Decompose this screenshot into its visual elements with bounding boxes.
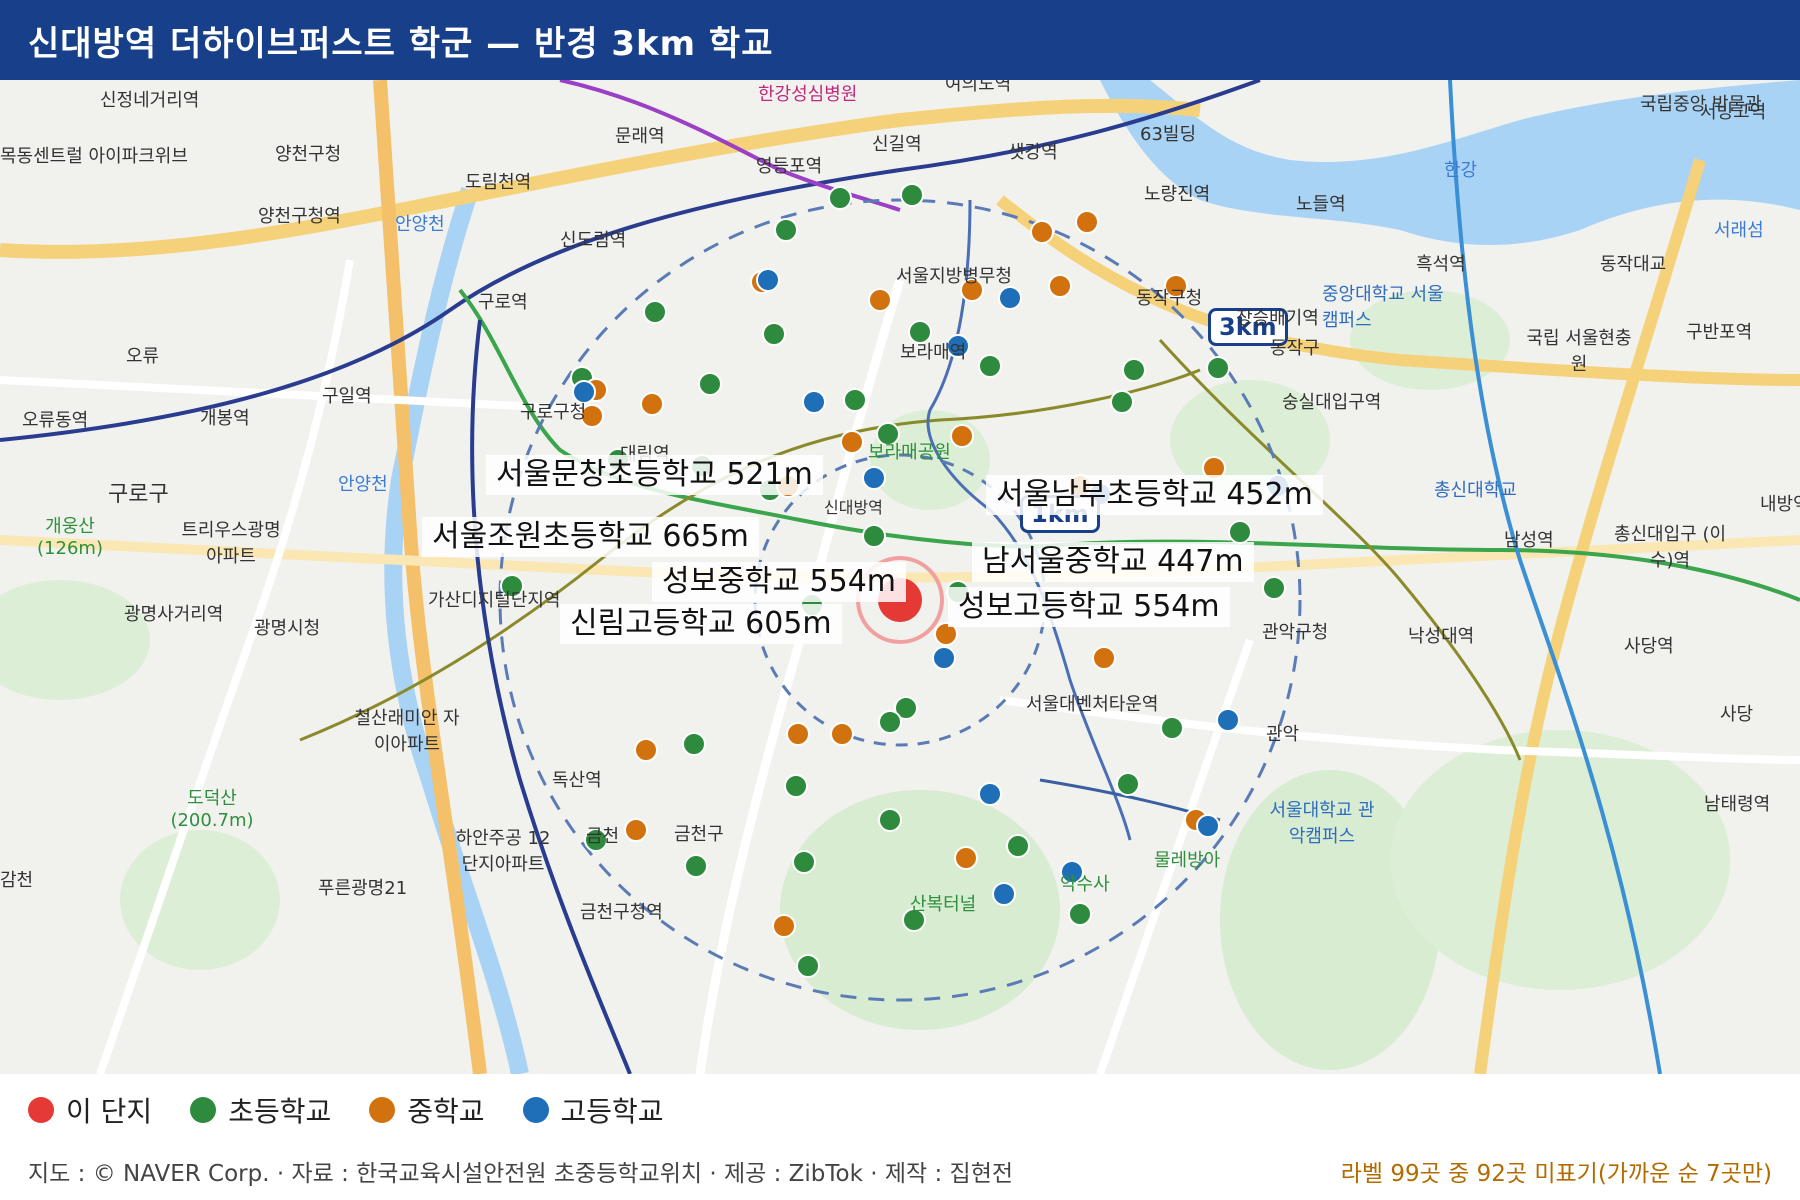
place-label: 개봉역 <box>200 408 250 429</box>
place-label: 양천구청역 <box>258 206 341 227</box>
legend-dot-high <box>522 1097 549 1123</box>
legend-dot-complex <box>28 1097 54 1123</box>
place-label: 동작구 <box>1270 338 1320 359</box>
legend-item-complex: 이 단지 <box>28 1090 152 1130</box>
map-credit: 지도 : © NAVER Corp. · 자료 : 한국교육시설안전원 초중등학… <box>28 1161 1014 1187</box>
legend-label: 이 단지 <box>66 1095 153 1128</box>
place-label: 흑석역 <box>1416 254 1466 275</box>
school-label-sillim-high: 신림고등학교 605m <box>560 604 842 644</box>
place-label: 광명시청 <box>254 618 321 639</box>
place-label: 사당역 <box>1624 636 1674 657</box>
place-label: 문래역 <box>615 126 665 147</box>
legend-item-high: 고등학교 <box>522 1090 664 1130</box>
legend-dot-middle <box>369 1097 396 1123</box>
place-label: 중앙대학교 서울캠퍼스 <box>1322 284 1444 331</box>
legend-label: 고등학교 <box>560 1095 664 1128</box>
place-label: 구로구 <box>108 482 169 507</box>
green-area <box>1390 730 1730 990</box>
place-label: 서울대학교 관악캠퍼스 <box>1269 800 1375 847</box>
school-label-nambu-elementary: 서울남부초등학교 452m <box>986 475 1323 515</box>
place-label: 동작대교 <box>1600 254 1667 275</box>
place-label: 신정네거리역 <box>100 90 200 111</box>
place-label: 63빌딩 <box>1140 124 1197 145</box>
place-label: 사당 <box>1720 704 1754 725</box>
place-label: 한강 <box>1444 160 1478 181</box>
place-label: 구로구청 <box>520 402 587 423</box>
place-label: 관악구청 <box>1262 622 1329 643</box>
place-label: 독산역 <box>552 770 602 791</box>
school-label-seongbo-middle: 성보중학교 554m <box>652 562 907 602</box>
place-label: 개웅산 (126m) <box>37 516 103 559</box>
place-label: 한강성심병원 <box>758 84 858 105</box>
legend-item-elementary: 초등학교 <box>190 1090 331 1130</box>
place-label: 내방역 <box>1760 494 1800 515</box>
page: 신대방역 더하이브퍼스트 학군 — 반경 3km 학교 3km 신정네거리역 목… <box>0 0 1800 1200</box>
place-label: 트리우스광명 아파트 <box>181 520 281 567</box>
legend: 이 단지 초등학교 중학교 고등학교 <box>28 1090 702 1130</box>
place-label: 남성역 <box>1504 530 1554 551</box>
legend-dot-elementary <box>190 1097 217 1123</box>
place-label: 오류동역 <box>22 410 89 431</box>
place-label: 남태령역 <box>1704 794 1771 815</box>
header-bar: 신대방역 더하이브퍼스트 학군 — 반경 3km 학교 <box>0 0 1800 80</box>
place-label: 총신대입구 (이수)역 <box>1613 524 1727 571</box>
place-label: 목동센트럴 아이파크위브 <box>0 146 188 167</box>
place-label: 광명사거리역 <box>124 604 224 625</box>
place-label: 금천구청역 <box>580 902 663 923</box>
place-label: 노들역 <box>1296 194 1346 215</box>
place-label: 관악 <box>1266 724 1300 745</box>
place-label: 노량진역 <box>1144 184 1211 205</box>
place-label: 구반포역 <box>1686 322 1753 343</box>
place-label: 장승배기역 <box>1236 308 1319 329</box>
place-label: 국립 서울현충원 <box>1526 328 1632 375</box>
place-label: 가산디지털단지역 <box>428 590 561 611</box>
school-label-namseoul-middle: 남서울중학교 447m <box>972 542 1254 582</box>
place-label: 양천구청 <box>275 144 342 165</box>
place-label: 오류 <box>126 346 160 367</box>
legend-item-middle: 중학교 <box>369 1090 485 1130</box>
place-label: 구로역 <box>478 292 528 313</box>
place-label: 금천 <box>586 826 620 847</box>
footer: 이 단지 초등학교 중학교 고등학교 지도 : © NAVER Corp. · … <box>0 1074 1800 1200</box>
label-note: 라벨 99곳 중 92곳 미표기(가까운 순 7곳만) <box>1340 1161 1772 1187</box>
school-label-jowon-elementary: 서울조원초등학교 665m <box>422 517 759 557</box>
place-label: 낙성대역 <box>1408 626 1475 647</box>
place-label: 신대방역 <box>824 498 883 517</box>
place-label: 보라매역 <box>900 342 967 363</box>
place-label: 보라매공원 <box>868 442 951 463</box>
place-label: 영등포역 <box>756 156 823 177</box>
school-label-seongbo-high: 성보고등학교 554m <box>948 587 1230 627</box>
place-label: 약수사 <box>1060 874 1110 895</box>
place-label: 하안주공 12단지아파트 <box>455 828 551 875</box>
place-label: 안양천 <box>338 474 388 495</box>
place-label: 서울대벤처타운역 <box>1026 694 1159 715</box>
legend-label: 중학교 <box>407 1095 485 1128</box>
place-label: 총신대학교 <box>1434 480 1517 501</box>
place-label: 신도림역 <box>560 230 627 251</box>
place-label: 철산래미안 자이아파트 <box>354 708 460 755</box>
place-label: 서울지방병무청 <box>896 266 1012 287</box>
place-label: 도림천역 <box>465 172 532 193</box>
place-label: 금천구 <box>674 824 724 845</box>
place-label: 샛강역 <box>1008 142 1058 163</box>
school-label-munchang-elementary: 서울문창초등학교 521m <box>486 455 823 495</box>
place-label: 신길역 <box>872 134 922 155</box>
place-label: 산복터널 <box>910 894 977 915</box>
map-view[interactable]: 3km 1km 신정네거리역 목동센트럴 아이파크위브 양천구청 양천구청역 안… <box>0 80 1800 1074</box>
place-label: 서빙고역 <box>1700 102 1767 123</box>
place-label: 구일역 <box>322 386 372 407</box>
place-label: 서래섬 <box>1714 220 1764 241</box>
place-label: 동작구청 <box>1136 288 1203 309</box>
place-label: 숭실대입구역 <box>1282 392 1382 413</box>
place-label: 물레방아 <box>1154 850 1221 871</box>
place-label: 푸른광명21 <box>318 878 408 899</box>
legend-label: 초등학교 <box>228 1095 332 1128</box>
place-label: 여의도역 <box>945 80 1012 95</box>
place-label: 도덕산 (200.7m) <box>170 788 254 831</box>
page-title: 신대방역 더하이브퍼스트 학군 — 반경 3km 학교 <box>28 24 774 64</box>
place-label: 감천 <box>0 870 34 891</box>
place-label: 안양천 <box>395 214 445 235</box>
